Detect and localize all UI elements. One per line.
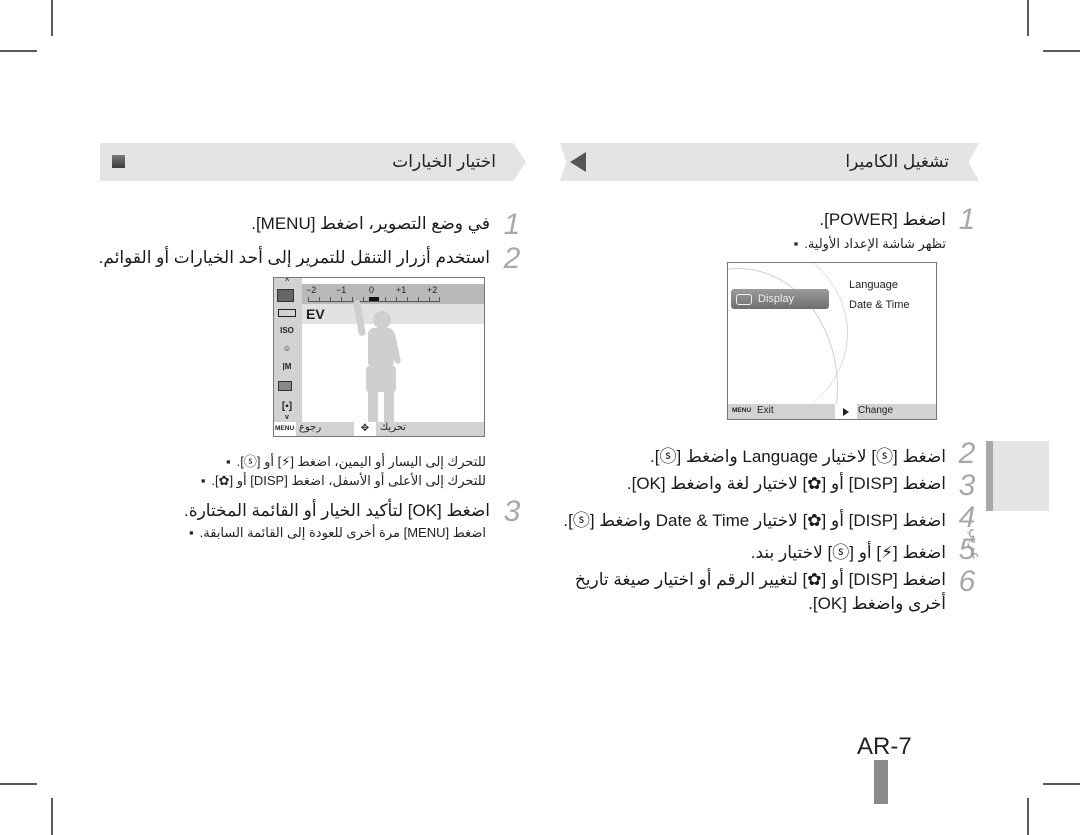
step-text: اضغط [DISP] أو [✿] لاختيار لغة واضغط [OK… <box>626 474 946 493</box>
page-number: AR-7 <box>857 733 912 760</box>
scale-label: +1 <box>396 285 407 295</box>
crop-mark-br-h <box>1043 783 1080 785</box>
step-number: 3 <box>958 469 976 502</box>
section-header-select-options: اختيار الخيارات <box>100 143 526 181</box>
menu-key-icon: MENU <box>274 422 296 436</box>
footer-move-label: تحريك <box>380 422 406 433</box>
scale-label: −1 <box>336 285 347 295</box>
section-title: اختيار الخيارات <box>392 152 496 171</box>
metering-icon: |M <box>282 362 292 371</box>
scale-label: −2 <box>306 285 317 295</box>
camera-screen-display-menu: Display Language Date & Time MENU Exit C… <box>727 262 937 420</box>
bullet-text: للتحرك إلى اليسار أو اليمين، اضغط [⚡] أو… <box>226 451 486 470</box>
step-text: استخدم أزرار التنقل للتمرير إلى أحد الخي… <box>98 248 490 267</box>
camera-screen-ev-menu: ^ ISO ☺ |M [▪] v −2 −1 0 +1 +2 EV MENU ر… <box>273 277 485 437</box>
step-text: اضغط [DISP] أو [✿] لاختيار Date & Time و… <box>563 511 946 530</box>
triangle-left-icon <box>570 152 586 172</box>
menu-tab-display: Display <box>731 289 829 309</box>
menu-tab-label: Display <box>758 293 795 305</box>
step-number: 1 <box>503 208 521 241</box>
step-text: اضغط [DISP] أو [✿] لتغيير الرقم أو اختيا… <box>574 570 946 589</box>
screen-footer: MENU رجوع ✥ تحريك <box>274 422 484 436</box>
crop-mark-tr-v <box>1027 0 1029 36</box>
menu-key-icon: MENU <box>732 407 752 414</box>
face-detect-off-icon: ☺ <box>282 344 292 353</box>
section-header-turn-on-camera: تشغيل الكاميرا <box>560 143 979 181</box>
ev-label: EV <box>306 306 325 322</box>
size-icon <box>278 309 296 317</box>
menu-option-language: Language <box>849 279 898 291</box>
person-silhouette <box>353 300 401 428</box>
step-number: 2 <box>503 242 521 275</box>
crop-mark-tr-h <box>1043 50 1080 52</box>
scale-label: +2 <box>427 285 438 295</box>
ev-icon <box>277 289 294 302</box>
side-tab-label: عربي <box>968 528 984 560</box>
step-number: 1 <box>958 203 976 236</box>
side-tab-edge <box>986 441 993 511</box>
page-marker-bar <box>874 760 888 804</box>
step-number: 2 <box>958 437 976 470</box>
white-balance-icon <box>278 381 292 391</box>
crop-mark-tl-v <box>51 0 53 36</box>
square-icon <box>112 155 125 168</box>
focus-area-icon: [▪] <box>281 401 293 412</box>
crop-mark-bl-v <box>51 798 53 835</box>
step-text: اضغط [⚡] أو [ⓢ] لاختيار بند. <box>750 543 946 562</box>
scale-label: 0 <box>369 285 375 295</box>
footer-back-label: رجوع <box>299 422 322 433</box>
footer-change-label: Change <box>858 405 894 416</box>
bullet-text: تظهر شاشة الإعداد الأولية. <box>794 236 946 252</box>
menu-option-date-time: Date & Time <box>849 299 910 311</box>
navigation-pad-icon: ✥ <box>354 422 376 436</box>
step-number: 3 <box>503 495 521 528</box>
display-icon <box>736 293 752 305</box>
step-text-continued: أخرى واضغط [OK]. <box>808 594 946 613</box>
language-side-tab <box>986 441 1049 511</box>
bullet-text: اضغط [MENU] مرة أخرى للعودة إلى القائمة … <box>189 525 486 541</box>
footer-exit-label: Exit <box>757 405 774 416</box>
step-number: 6 <box>958 565 976 598</box>
section-title: تشغيل الكاميرا <box>845 152 949 171</box>
bullet-text: للتحرك إلى الأعلى أو الأسفل، اضغط [DISP]… <box>201 473 486 489</box>
play-right-icon <box>843 408 849 416</box>
step-text: اضغط [POWER]. <box>819 210 946 229</box>
step-text: اضغط [ⓢ] لاختيار Language واضغط [ⓢ]. <box>650 447 946 466</box>
screen-footer: MENU Exit Change <box>728 404 936 419</box>
crop-mark-tl-h <box>0 50 37 52</box>
crop-mark-bl-h <box>0 783 37 785</box>
iso-icon: ISO <box>280 326 294 335</box>
step-text: اضغط [OK] لتأكيد الخيار أو القائمة المخت… <box>183 501 490 520</box>
crop-mark-br-v <box>1027 798 1029 835</box>
step-text: في وضع التصوير، اضغط [MENU]. <box>251 214 490 233</box>
